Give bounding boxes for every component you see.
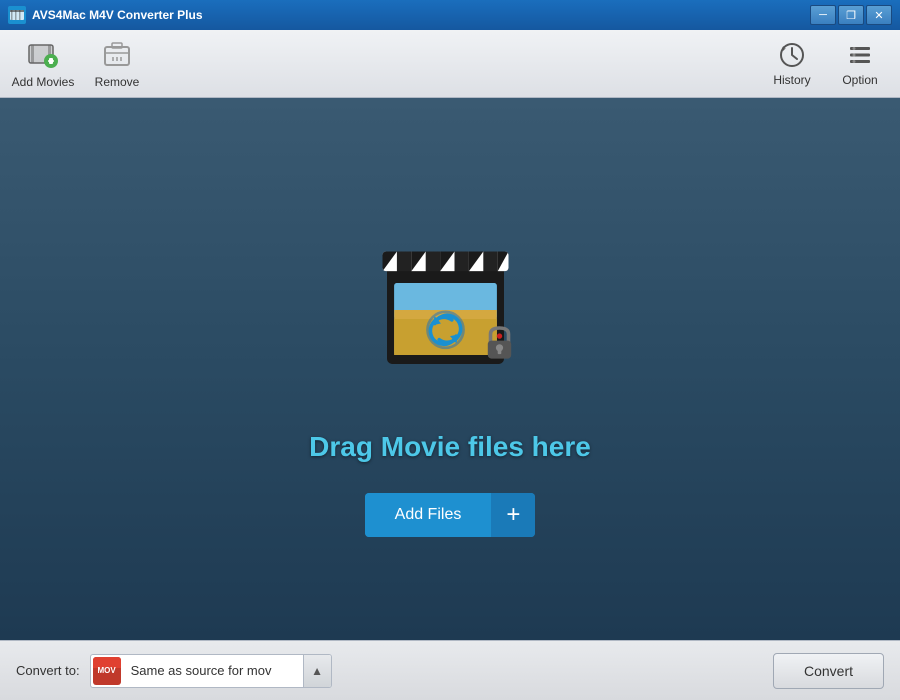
minimize-button[interactable]: ─ (810, 5, 836, 25)
toolbar: Add Movies Remove (0, 30, 900, 98)
mov-icon: MOV (93, 657, 121, 685)
restore-button[interactable]: ❐ (838, 5, 864, 25)
add-files-button[interactable]: Add Files + (365, 493, 536, 537)
format-icon: MOV (91, 655, 123, 687)
history-icon (778, 41, 806, 69)
add-movies-icon (27, 39, 59, 71)
title-bar-left: AVS4Mac M4V Converter Plus (8, 6, 203, 24)
add-movies-label: Add Movies (12, 75, 75, 89)
window-controls: ─ ❐ ✕ (810, 5, 892, 25)
remove-label: Remove (95, 75, 140, 89)
history-button[interactable]: History (760, 34, 824, 94)
format-selector[interactable]: MOV Same as source for mov ▲ (90, 654, 332, 688)
toolbar-right: History Option (760, 34, 892, 94)
remove-button[interactable]: Remove (82, 34, 152, 94)
add-files-label: Add Files (365, 493, 492, 537)
convert-to-label: Convert to: (16, 663, 80, 678)
drag-text: Drag Movie files here (309, 431, 591, 463)
option-button[interactable]: Option (828, 34, 892, 94)
bottom-bar: Convert to: MOV Same as source for mov ▲… (0, 640, 900, 700)
app-title: AVS4Mac M4V Converter Plus (32, 8, 203, 22)
option-icon (846, 41, 874, 69)
remove-icon (101, 39, 133, 71)
app-icon (8, 6, 26, 24)
title-bar: AVS4Mac M4V Converter Plus ─ ❐ ✕ (0, 0, 900, 30)
main-drop-area[interactable]: Drag Movie files here Add Files + (0, 98, 900, 640)
format-text: Same as source for mov (123, 663, 303, 678)
format-dropdown-arrow[interactable]: ▲ (303, 654, 331, 688)
convert-to-section: Convert to: MOV Same as source for mov ▲ (16, 654, 332, 688)
close-button[interactable]: ✕ (866, 5, 892, 25)
convert-button[interactable]: Convert (773, 653, 884, 689)
drop-icon (340, 201, 560, 401)
add-files-plus-icon: + (491, 493, 535, 537)
add-movies-button[interactable]: Add Movies (8, 34, 78, 94)
option-label: Option (842, 73, 877, 87)
history-label: History (773, 73, 810, 87)
